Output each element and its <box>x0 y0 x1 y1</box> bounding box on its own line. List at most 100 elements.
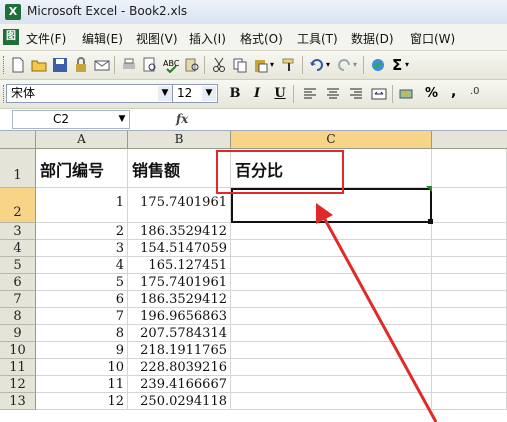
cell-a2[interactable]: 1 <box>36 188 128 223</box>
menu-file[interactable]: 文件(F) <box>26 30 66 47</box>
cell-b7[interactable]: 186.3529412 <box>128 291 231 308</box>
name-box-dropdown-icon[interactable]: ▼ <box>116 112 128 127</box>
row-header-5[interactable]: 5 <box>0 257 36 274</box>
cell-a13[interactable]: 12 <box>36 393 128 410</box>
row-header-9[interactable]: 9 <box>0 325 36 342</box>
row-header-11[interactable]: 11 <box>0 359 36 376</box>
cell-b4[interactable]: 154.5147059 <box>128 240 231 257</box>
paste-dropdown-icon[interactable]: ▾ <box>270 60 274 69</box>
cell-d3[interactable] <box>432 223 507 240</box>
cell-d11[interactable] <box>432 359 507 376</box>
cell-a9[interactable]: 8 <box>36 325 128 342</box>
cell-c8[interactable] <box>231 308 432 325</box>
font-size-select[interactable]: 12 ▼ <box>172 84 218 103</box>
print-icon[interactable] <box>121 57 137 73</box>
cell-b6[interactable]: 175.7401961 <box>128 274 231 291</box>
row-header-6[interactable]: 6 <box>0 274 36 291</box>
align-center-icon[interactable] <box>325 86 341 102</box>
research-icon[interactable] <box>184 57 200 73</box>
cell-d1[interactable] <box>432 149 507 188</box>
cell-d6[interactable] <box>432 274 507 291</box>
menu-tools[interactable]: 工具(T) <box>297 30 338 47</box>
paste-icon[interactable] <box>253 57 269 73</box>
cell-b12[interactable]: 239.4166667 <box>128 376 231 393</box>
font-size-dropdown-icon[interactable]: ▼ <box>202 86 216 101</box>
cell-d4[interactable] <box>432 240 507 257</box>
align-left-icon[interactable] <box>302 86 318 102</box>
bold-button[interactable]: B <box>226 85 244 103</box>
font-name-select[interactable]: 宋体 ▼ <box>6 84 174 103</box>
cell-c11[interactable] <box>231 359 432 376</box>
cell-a10[interactable]: 9 <box>36 342 128 359</box>
cell-d9[interactable] <box>432 325 507 342</box>
cell-d8[interactable] <box>432 308 507 325</box>
redo-icon[interactable] <box>336 57 352 73</box>
underline-button[interactable]: U <box>271 85 289 103</box>
cell-a1[interactable]: 部门编号 <box>36 149 128 188</box>
spelling-icon[interactable]: ABC <box>163 57 179 73</box>
row-header-13[interactable]: 13 <box>0 393 36 410</box>
cell-b8[interactable]: 196.9656863 <box>128 308 231 325</box>
cell-b5[interactable]: 165.127451 <box>128 257 231 274</box>
menu-edit[interactable]: 编辑(E) <box>82 30 123 47</box>
row-header-1[interactable]: 1 <box>0 149 36 188</box>
cell-c9[interactable] <box>231 325 432 342</box>
save-icon[interactable] <box>52 57 68 73</box>
menu-data[interactable]: 数据(D) <box>351 30 394 47</box>
menu-view[interactable]: 视图(V) <box>136 30 178 47</box>
cell-c4[interactable] <box>231 240 432 257</box>
copy-icon[interactable] <box>232 57 248 73</box>
cell-a8[interactable]: 7 <box>36 308 128 325</box>
font-dropdown-icon[interactable]: ▼ <box>158 86 172 101</box>
row-header-10[interactable]: 10 <box>0 342 36 359</box>
excel-app-icon[interactable]: X <box>5 4 21 20</box>
cell-c5[interactable] <box>231 257 432 274</box>
italic-button[interactable]: I <box>248 85 266 103</box>
column-header-b[interactable]: B <box>128 131 231 149</box>
align-right-icon[interactable] <box>348 86 364 102</box>
cell-a6[interactable]: 5 <box>36 274 128 291</box>
column-header-c[interactable]: C <box>231 131 432 149</box>
cell-c12[interactable] <box>231 376 432 393</box>
cell-b3[interactable]: 186.3529412 <box>128 223 231 240</box>
row-header-8[interactable]: 8 <box>0 308 36 325</box>
cell-b11[interactable]: 228.8039216 <box>128 359 231 376</box>
undo-icon[interactable] <box>309 57 325 73</box>
autosum-dropdown-icon[interactable]: ▾ <box>405 60 409 69</box>
cell-c3[interactable] <box>231 223 432 240</box>
open-icon[interactable] <box>31 57 47 73</box>
new-icon[interactable] <box>10 57 26 73</box>
currency-style-icon[interactable] <box>399 86 415 102</box>
cell-c10[interactable] <box>231 342 432 359</box>
merge-center-icon[interactable] <box>371 86 387 102</box>
cell-d2[interactable] <box>432 188 507 223</box>
menu-format[interactable]: 格式(O) <box>240 30 283 47</box>
percent-style-button[interactable]: % <box>425 86 438 101</box>
cell-d7[interactable] <box>432 291 507 308</box>
cell-b9[interactable]: 207.5784314 <box>128 325 231 342</box>
column-header-d[interactable] <box>432 131 507 149</box>
cell-d13[interactable] <box>432 393 507 410</box>
cell-c7[interactable] <box>231 291 432 308</box>
undo-dropdown-icon[interactable]: ▾ <box>326 60 330 69</box>
comma-style-button[interactable]: , <box>451 84 456 100</box>
cell-a4[interactable]: 3 <box>36 240 128 257</box>
cell-a5[interactable]: 4 <box>36 257 128 274</box>
menu-window[interactable]: 窗口(W) <box>410 30 455 47</box>
select-all-corner[interactable] <box>0 131 36 149</box>
row-header-4[interactable]: 4 <box>0 240 36 257</box>
cut-icon[interactable] <box>211 57 227 73</box>
workbook-menu-icon[interactable]: 图 <box>3 29 19 45</box>
cell-c6[interactable] <box>231 274 432 291</box>
menu-insert[interactable]: 插入(I) <box>189 30 226 47</box>
print-preview-icon[interactable] <box>142 57 158 73</box>
cell-d12[interactable] <box>432 376 507 393</box>
cell-b13[interactable]: 250.0294118 <box>128 393 231 410</box>
insert-function-icon[interactable]: fx <box>176 112 188 126</box>
row-header-12[interactable]: 12 <box>0 376 36 393</box>
cell-a11[interactable]: 10 <box>36 359 128 376</box>
fill-handle[interactable] <box>428 219 433 224</box>
row-header-2[interactable]: 2 <box>0 188 36 223</box>
permission-icon[interactable] <box>73 57 89 73</box>
format-painter-icon[interactable] <box>281 57 297 73</box>
